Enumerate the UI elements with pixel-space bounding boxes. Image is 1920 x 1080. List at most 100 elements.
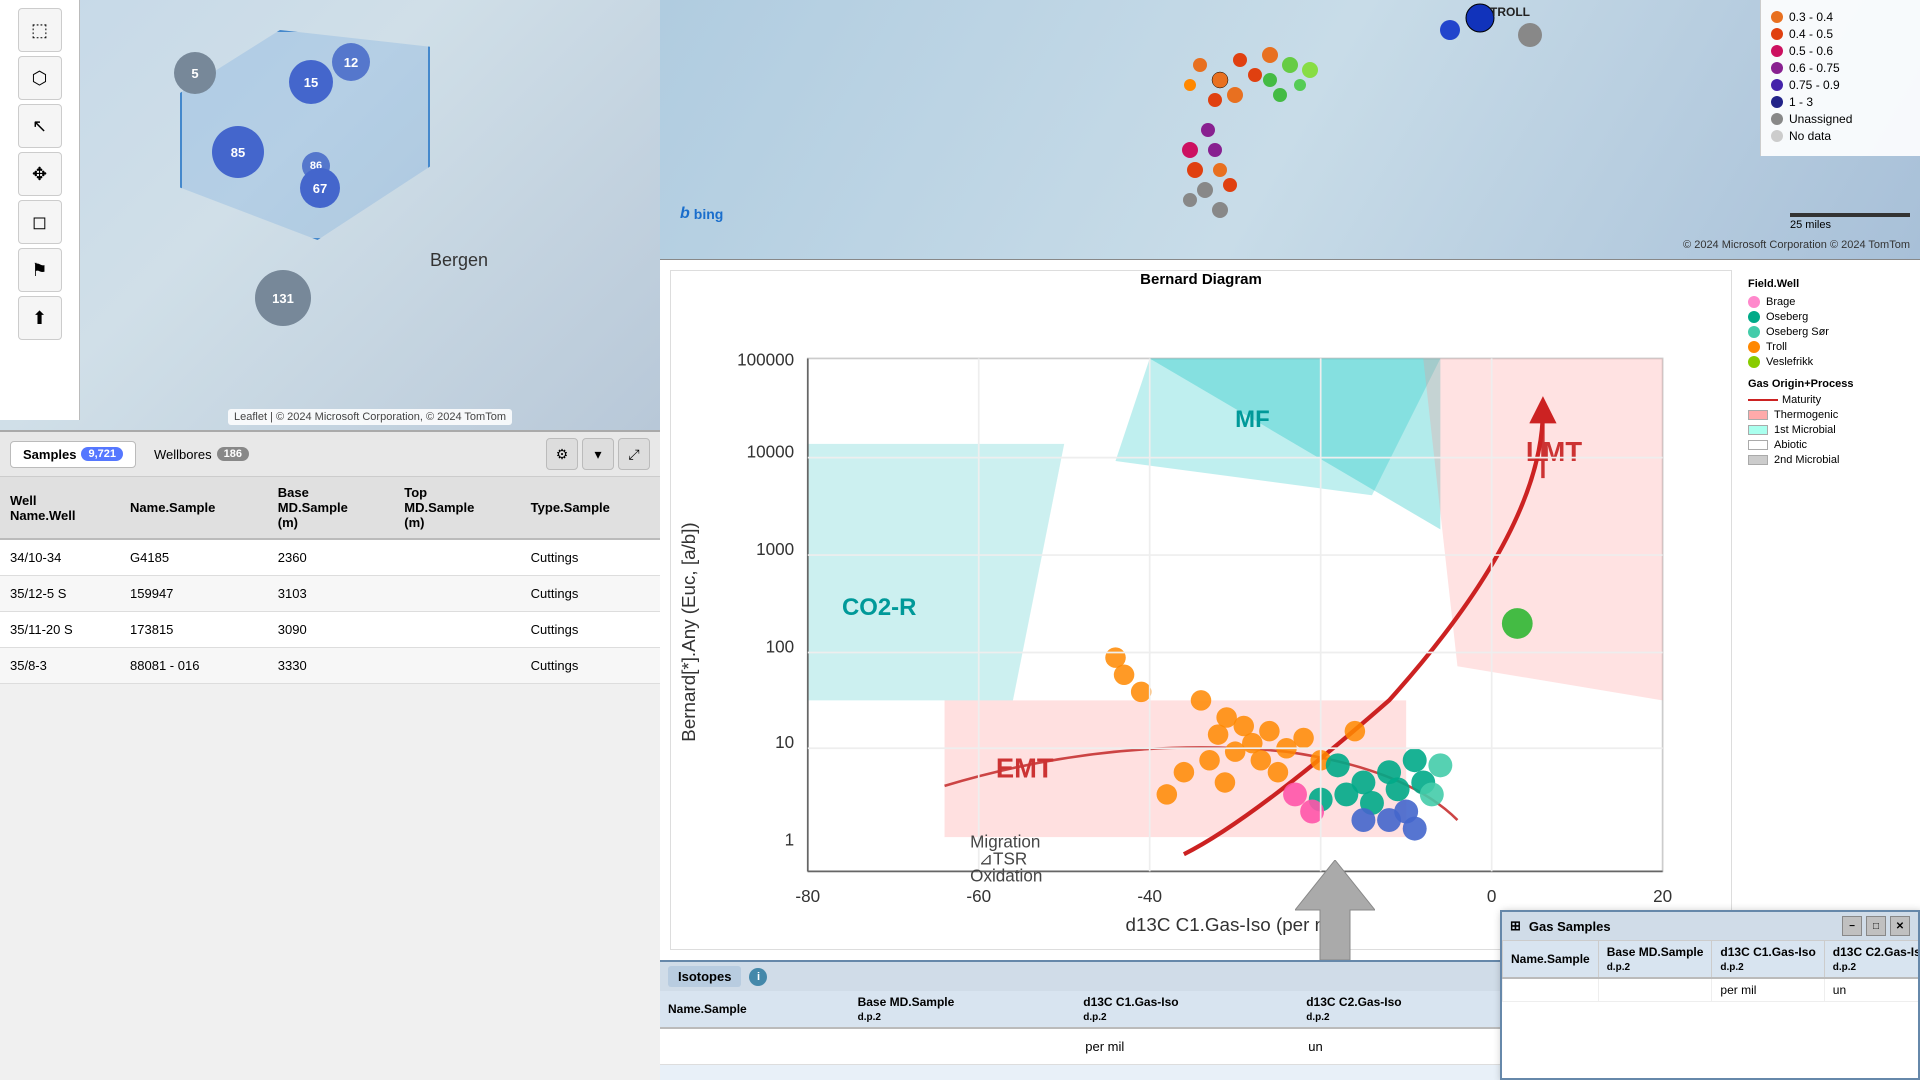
col-type-sample: Type.Sample <box>521 477 660 539</box>
gas-samples-content: Name.Sample Base MD.Sampled.p.2 d13C C1.… <box>1502 940 1918 1078</box>
move-tool[interactable]: ✥ <box>18 152 62 196</box>
map-cluster-85: 85 <box>212 126 264 178</box>
map-cluster-131: 131 <box>255 270 311 326</box>
legend-label: 0.3 - 0.4 <box>1789 10 1833 24</box>
col-d13c-c2: d13C C2.Gas-Isod.p.2 <box>1298 991 1521 1028</box>
cell-type: Cuttings <box>521 539 660 576</box>
gas-origin-title: Gas Origin+Process <box>1748 378 1902 390</box>
cell-base-md: 2360 <box>268 539 394 576</box>
eraser-tool[interactable]: ◻ <box>18 200 62 244</box>
gs-unit-1 <box>1503 978 1599 1002</box>
svg-text:1: 1 <box>785 831 795 850</box>
cell-type: Cuttings <box>521 576 660 612</box>
wellbores-label: Wellbores <box>154 447 212 462</box>
cell-top-md <box>394 612 520 648</box>
samples-badge: 9,721 <box>81 447 123 461</box>
field-well-label: Troll <box>1766 341 1787 353</box>
cell-well: 35/12-5 S <box>0 576 120 612</box>
svg-text:0: 0 <box>1487 887 1497 906</box>
legend-dot <box>1771 96 1783 108</box>
svg-text:-40: -40 <box>1137 887 1162 906</box>
svg-text:100000: 100000 <box>737 350 794 369</box>
tab-wellbores[interactable]: Wellbores 186 <box>142 442 261 467</box>
toolbar: ⬚ ⬡ ↖ ✥ ◻ ⚑ ⬆ <box>0 0 80 420</box>
gs-unit-2 <box>1598 978 1712 1002</box>
cell-base-md: 3090 <box>268 612 394 648</box>
field-well-label: Oseberg <box>1766 311 1808 323</box>
svg-text:10: 10 <box>775 733 794 752</box>
field-well-dot <box>1748 296 1760 308</box>
bernard-svg: Bernard[*].Any (Euc, [a/b]) MF LMT <box>671 293 1731 971</box>
lasso-tool[interactable]: ⬡ <box>18 56 62 100</box>
svg-text:20: 20 <box>1653 887 1672 906</box>
bing-logo: b bing <box>680 205 723 223</box>
svg-text:10000: 10000 <box>747 443 795 462</box>
gas-samples-icon: ⊞ <box>1510 918 1521 934</box>
tab-actions: ⚙ ▾ ⤢ <box>546 438 650 470</box>
col-top-md: TopMD.Sample(m) <box>394 477 520 539</box>
scale-line <box>1790 213 1910 217</box>
gas-samples-titlebar: ⊞ Gas Samples − □ ✕ <box>1502 912 1918 940</box>
process-swatch <box>1748 425 1768 435</box>
svg-text:-80: -80 <box>795 887 820 906</box>
map-attribution: Leaflet | © 2024 Microsoft Corporation, … <box>80 409 660 425</box>
select-box-tool[interactable]: ⬚ <box>18 8 62 52</box>
legend-item: Unassigned <box>1771 112 1910 126</box>
cell-type: Cuttings <box>521 648 660 684</box>
bernard-title: Bernard Diagram <box>671 271 1731 288</box>
legend-dot <box>1771 113 1783 125</box>
iso-unit-4: un <box>1298 1028 1521 1065</box>
process-label: Abiotic <box>1774 439 1807 451</box>
minimize-button[interactable]: − <box>1842 916 1862 936</box>
leaflet-badge: Leaflet | © 2024 Microsoft Corporation, … <box>228 409 512 425</box>
iso-unit-2 <box>850 1028 1076 1065</box>
legend-label: No data <box>1789 129 1831 143</box>
bernard-chart: Bernard Diagram Bernard[*].Any (Euc, [a/… <box>670 270 1732 950</box>
legend-dot <box>1771 28 1783 40</box>
iso-unit-3: per mil <box>1075 1028 1298 1065</box>
wellbores-badge: 186 <box>217 447 249 461</box>
cell-type: Cuttings <box>521 612 660 648</box>
legend-item: 0.4 - 0.5 <box>1771 27 1910 41</box>
process-item: 1st Microbial <box>1748 424 1902 436</box>
legend-label: 0.4 - 0.5 <box>1789 27 1833 41</box>
map-cluster-5: 5 <box>174 52 216 94</box>
field-well-dot <box>1748 311 1760 323</box>
data-table: WellName.Well Name.Sample BaseMD.Sample(… <box>0 477 660 1080</box>
restore-button[interactable]: □ <box>1866 916 1886 936</box>
map-cluster-67: 67 <box>300 168 340 208</box>
svg-text:Oxidation: Oxidation <box>970 867 1042 886</box>
dropdown-button[interactable]: ▾ <box>582 438 614 470</box>
expand-button[interactable]: ⤢ <box>618 438 650 470</box>
map-area: 5 12 15 85 86 67 131 Bergen Leaflet | © … <box>0 0 660 430</box>
gs-col-base-md: Base MD.Sampled.p.2 <box>1598 941 1712 979</box>
cell-top-md <box>394 648 520 684</box>
gas-samples-window: ⊞ Gas Samples − □ ✕ Name.Sample Base MD.… <box>1500 910 1920 1080</box>
field-well-item: Veslefrikk <box>1748 356 1902 368</box>
process-label: Thermogenic <box>1774 409 1838 421</box>
field-well-item: Oseberg <box>1748 311 1902 323</box>
cell-top-md <box>394 539 520 576</box>
process-label: 1st Microbial <box>1774 424 1836 436</box>
maturity-label: Maturity <box>1782 394 1821 406</box>
flag-tool[interactable]: ⚑ <box>18 248 62 292</box>
map-cluster-12: 12 <box>332 43 370 81</box>
col-name-sample-iso: Name.Sample <box>660 991 850 1028</box>
bing-map: TROLL 25 miles b bing © 2024 Microsoft C… <box>660 0 1920 260</box>
settings-button[interactable]: ⚙ <box>546 438 578 470</box>
gs-col-d13c-c2: d13C C2.Gas-Isod.p.2 <box>1824 941 1918 979</box>
svg-text:CO2-R: CO2-R <box>842 594 916 621</box>
svg-text:EMT: EMT <box>996 752 1054 783</box>
legend-dot <box>1771 11 1783 23</box>
pointer-tool[interactable]: ↖ <box>18 104 62 148</box>
process-swatch <box>1748 455 1768 465</box>
field-well-dot <box>1748 326 1760 338</box>
gs-col-d13c-c1: d13C C1.Gas-Isod.p.2 <box>1712 941 1824 979</box>
upload-tool[interactable]: ⬆ <box>18 296 62 340</box>
tab-samples[interactable]: Samples 9,721 <box>10 441 136 468</box>
close-button[interactable]: ✕ <box>1890 916 1910 936</box>
left-panel: ⬚ ⬡ ↖ ✥ ◻ ⚑ ⬆ 5 12 15 85 86 67 131 Berge… <box>0 0 660 1080</box>
iso-unit-1 <box>660 1028 850 1065</box>
svg-text:Bernard[*].Any (Euc, [a/b]): Bernard[*].Any (Euc, [a/b]) <box>678 522 699 741</box>
field-well-label: Brage <box>1766 296 1795 308</box>
